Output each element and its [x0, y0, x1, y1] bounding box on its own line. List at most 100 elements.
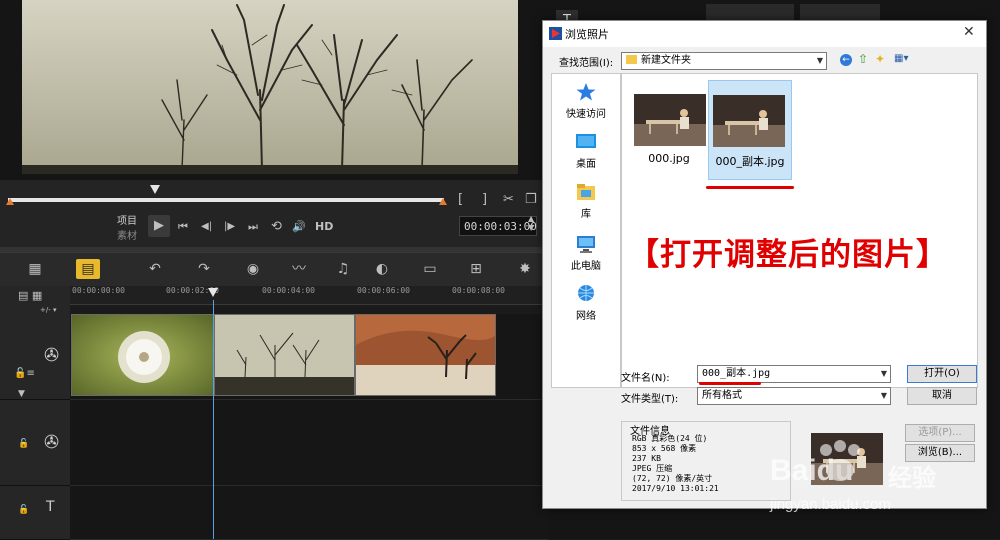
overlay-track-lane[interactable]: [70, 400, 548, 486]
open-button[interactable]: 打开(O): [907, 365, 977, 383]
hd-toggle[interactable]: HD: [315, 219, 333, 235]
lock-icon[interactable]: 🔓: [18, 436, 29, 452]
storyboard-view-icon[interactable]: ▦: [23, 259, 47, 279]
home-button[interactable]: ⏮: [178, 219, 188, 235]
scissors-icon[interactable]: ✂: [503, 192, 514, 208]
file-info-line: 237 KB: [632, 454, 661, 463]
preview-image: [22, 0, 518, 174]
next-frame-button[interactable]: |▶: [224, 219, 235, 235]
star-icon: [576, 83, 596, 101]
nav-this-pc[interactable]: 此电脑: [552, 234, 620, 272]
title-track-header[interactable]: [0, 486, 70, 540]
red-underline-filename: [699, 382, 761, 385]
video-track-header[interactable]: [0, 314, 70, 400]
nav-label: 库: [581, 209, 591, 220]
volume-button[interactable]: 🔊: [292, 219, 306, 235]
nav-label: 桌面: [576, 159, 596, 170]
scrub-track[interactable]: [8, 198, 444, 202]
lock-icon[interactable]: 🔓≡: [14, 366, 35, 382]
audio-waveform-icon[interactable]: 〰: [287, 259, 311, 279]
browse-photo-dialog: 浏览照片 ✕ 查找范围(I): 新建文件夹 ▼ ← ⇧ ✦ ▦▾ 快速访问 桌面…: [542, 20, 987, 509]
trim-end-marker[interactable]: [439, 198, 447, 205]
network-icon: [578, 285, 594, 301]
scrub-area: [0, 180, 548, 248]
mark-in-icon[interactable]: [: [458, 192, 463, 208]
file-info-line: JPEG 压缩: [632, 464, 673, 473]
ruler-tick: 00:00:06:00: [357, 286, 410, 295]
prev-frame-button[interactable]: ◀|: [201, 219, 212, 235]
title-track-lane[interactable]: [70, 486, 548, 540]
filetype-select[interactable]: 所有格式 ▼: [697, 387, 891, 405]
baidu-watermark: Baidu 经验 jingyan.baidu.com: [770, 440, 990, 520]
back-icon[interactable]: ←: [840, 54, 852, 66]
filename-input[interactable]: 000_副本.jpg ▼: [697, 365, 891, 383]
file-info-line: 853 x 568 像素: [632, 444, 697, 453]
record-icon[interactable]: ◉: [241, 259, 265, 279]
clip-desert[interactable]: [355, 314, 496, 396]
close-icon[interactable]: ✕: [963, 24, 975, 40]
filename-value: 000_副本.jpg: [702, 368, 771, 379]
mark-out-icon[interactable]: ]: [482, 192, 487, 208]
overlay-track-icon: ✇: [44, 432, 60, 453]
timecode-field[interactable]: 00:00:03:00: [459, 216, 537, 236]
music-icon[interactable]: ♫: [331, 259, 355, 279]
lookin-select[interactable]: 新建文件夹 ▼: [621, 52, 827, 70]
nav-label: 网络: [576, 311, 596, 322]
computer-icon: [577, 236, 595, 253]
playhead[interactable]: [208, 288, 218, 297]
filetype-value: 所有格式: [702, 390, 742, 401]
ruler-tick: 00:00:00:00: [72, 286, 125, 295]
chevron-down-icon: ▼: [880, 369, 887, 378]
title-track-icon: T: [46, 499, 55, 515]
new-folder-icon[interactable]: ✦: [875, 52, 885, 66]
overlay-track-header[interactable]: [0, 400, 70, 486]
nav-desktop[interactable]: 桌面: [552, 132, 620, 170]
redo-icon[interactable]: ↷: [192, 259, 216, 279]
repeat-button[interactable]: ⟲: [271, 219, 282, 235]
nav-library[interactable]: 库: [552, 182, 620, 220]
video-track-icon: ✇: [44, 345, 60, 366]
motion-icon[interactable]: ✸: [513, 259, 537, 279]
watermark-brand: Baidu: [770, 454, 854, 487]
undo-icon[interactable]: ↶: [143, 259, 167, 279]
nav-network[interactable]: 网络: [552, 284, 620, 322]
filename-label: 文件名(N):: [621, 373, 670, 384]
file-name: 000_副本.jpg: [715, 155, 785, 168]
trim-start-marker[interactable]: [6, 198, 14, 205]
copy-icon[interactable]: ❐: [525, 192, 537, 208]
app-logo-icon: [549, 27, 562, 40]
ruler-tick: 00:00:04:00: [262, 286, 315, 295]
clip-trees[interactable]: [214, 314, 355, 396]
overlay-icon[interactable]: ◐: [370, 259, 394, 279]
multi-view-icon[interactable]: ⊞: [464, 259, 488, 279]
file-item[interactable]: 000.jpg: [628, 94, 714, 184]
lock-icon[interactable]: 🔓: [18, 502, 29, 518]
chevron-down-icon: ▼: [880, 391, 887, 400]
library-icon: [577, 184, 595, 200]
file-name: 000.jpg: [648, 152, 690, 165]
file-info-line: 2017/9/10 13:01:21: [632, 484, 719, 493]
red-underline-file: [706, 186, 794, 189]
play-button[interactable]: ▶: [148, 215, 170, 237]
title-icon[interactable]: ▭: [418, 259, 442, 279]
view-menu-icon[interactable]: ▦▾: [894, 53, 908, 64]
dialog-title-bar: [543, 21, 986, 47]
filetype-label: 文件类型(T):: [621, 394, 679, 405]
lookin-label: 查找范围(I):: [559, 58, 614, 69]
folder-icon: [626, 55, 637, 64]
up-folder-icon[interactable]: ⇧: [858, 52, 868, 66]
desktop-icon: [576, 134, 596, 148]
timecode-stepper[interactable]: ▲ ▼: [528, 214, 534, 232]
end-button[interactable]: ⏭: [248, 219, 258, 235]
clip-dandelion[interactable]: [71, 314, 214, 396]
file-list: 000.jpg 000_副本.jpg 【打开调整后的图片】: [621, 73, 978, 388]
scrub-handle[interactable]: [150, 185, 160, 194]
mode-project[interactable]: 项目: [117, 212, 137, 227]
timeline-view-icon[interactable]: ▤: [76, 259, 100, 279]
nav-quick-access[interactable]: 快速访问: [552, 82, 620, 120]
ruler-tick: 00:00:08:00: [452, 286, 505, 295]
mode-clip[interactable]: 素材: [117, 227, 137, 242]
track-manager-icon[interactable]: ▤ ▦: [18, 288, 42, 304]
file-item-selected[interactable]: 000_副本.jpg: [708, 80, 792, 180]
cancel-button[interactable]: 取消: [907, 387, 977, 405]
